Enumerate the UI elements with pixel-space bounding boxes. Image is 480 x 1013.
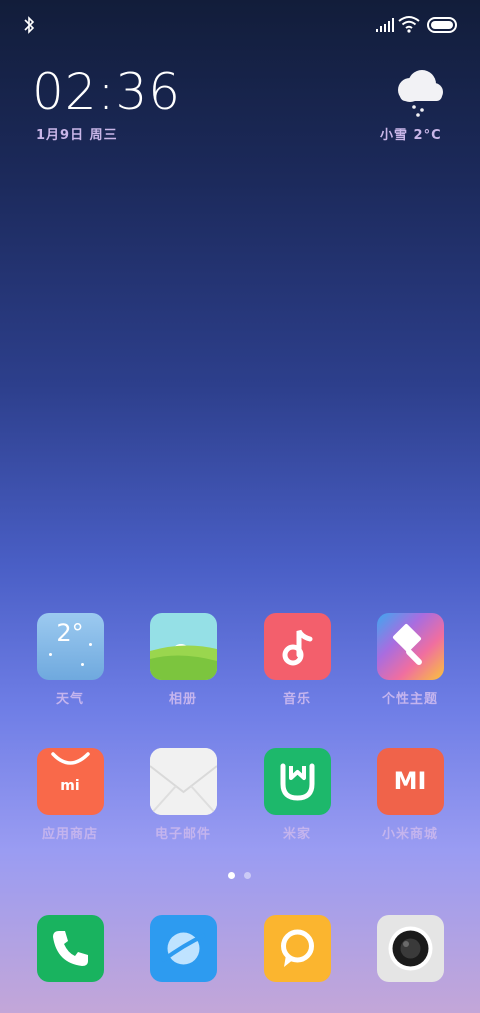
wifi-icon (398, 16, 420, 33)
weather-condition: 小雪 (380, 128, 409, 143)
weather-app-icon-text: 2° (56, 619, 84, 647)
weather-summary[interactable]: 小雪 2°C (380, 124, 442, 143)
page-indicator (227, 872, 257, 880)
themes-icon (376, 613, 444, 680)
app-label: 米家 (282, 827, 311, 842)
app-label: 相册 (168, 692, 197, 707)
app-label: 电子邮件 (154, 827, 211, 842)
signal-icon (376, 18, 394, 32)
weather-app-icon: 2° (36, 613, 104, 680)
phone-handset-icon (52, 931, 88, 966)
battery-fill (431, 21, 453, 29)
mijia-icon (263, 748, 331, 815)
bluetooth-icon (24, 16, 35, 34)
app-app-store[interactable]: mi 应用商店 (15, 748, 125, 842)
app-music[interactable]: 音乐 (242, 613, 352, 707)
snow-cloud-icon[interactable] (390, 66, 446, 118)
envelope-icon (149, 748, 217, 815)
app-store-icon: mi (36, 748, 104, 815)
mijia-logo-icon (280, 763, 314, 801)
planet-icon (160, 932, 206, 965)
app-mi-store[interactable]: MI 小米商城 (355, 748, 465, 842)
app-mijia[interactable]: 米家 (242, 748, 352, 842)
camera-icon (376, 915, 444, 982)
phone-icon (36, 915, 104, 982)
messages-icon (263, 915, 331, 982)
app-label: 个性主题 (381, 692, 438, 707)
music-note-icon (282, 629, 312, 666)
snow-dot (80, 663, 84, 666)
app-gallery[interactable]: 相册 (128, 613, 238, 707)
page-dot[interactable] (244, 872, 251, 879)
snow-dot (88, 643, 92, 646)
dock-browser[interactable] (128, 915, 238, 982)
clock-date: 1月9日 周三 (36, 128, 118, 143)
app-label: 天气 (55, 692, 84, 707)
app-label: 小米商城 (381, 827, 438, 842)
status-bar (0, 0, 480, 50)
music-icon (263, 613, 331, 680)
clock-time[interactable]: 02:36 (32, 62, 181, 122)
browser-icon (149, 915, 217, 982)
weather-temperature: 2°C (413, 128, 442, 143)
gallery-icon (149, 613, 217, 680)
page-dot-active[interactable] (228, 872, 235, 879)
app-label: 应用商店 (41, 827, 98, 842)
paint-brush-icon (392, 623, 422, 665)
email-icon (149, 748, 217, 815)
gallery-icon-art (149, 644, 217, 680)
app-weather[interactable]: 2° 天气 (15, 613, 125, 707)
snow-dot (48, 653, 52, 656)
mi-store-icon: MI (376, 748, 444, 815)
dock-messages[interactable] (242, 915, 352, 982)
dock-phone[interactable] (15, 915, 125, 982)
battery-icon (427, 17, 457, 33)
app-label: 音乐 (282, 692, 311, 707)
mi-store-icon-text: MI (393, 767, 427, 795)
app-themes[interactable]: 个性主题 (355, 613, 465, 707)
app-store-icon-text: mi (60, 778, 80, 794)
app-email[interactable]: 电子邮件 (128, 748, 238, 842)
dock-camera[interactable] (355, 915, 465, 982)
chat-bubble-icon (280, 929, 314, 967)
camera-lens-icon (388, 926, 432, 971)
